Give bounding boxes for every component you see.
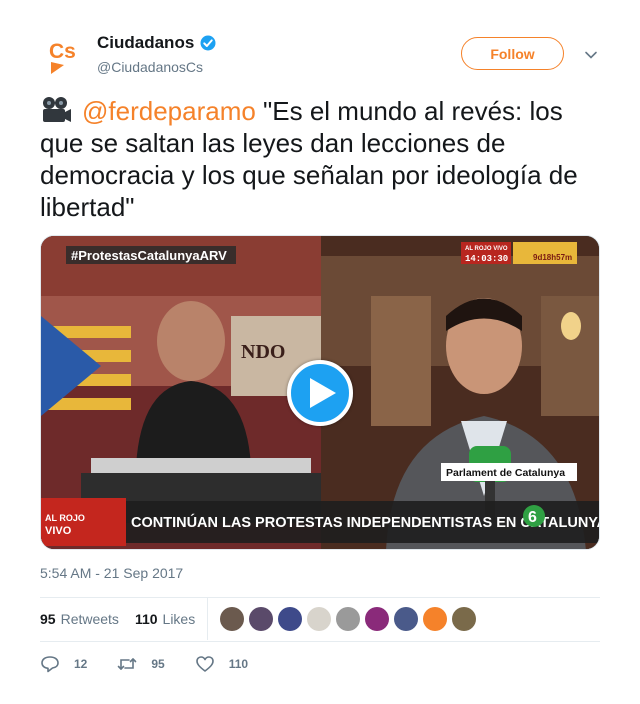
stats-separator xyxy=(207,598,209,640)
account-name[interactable]: Ciudadanos xyxy=(97,33,194,53)
verified-badge-icon xyxy=(200,35,216,51)
retweet-icon xyxy=(118,658,137,670)
svg-text:NDO: NDO xyxy=(241,341,285,363)
likes-stat[interactable]: 110 Likes xyxy=(135,611,195,627)
liker-avatar[interactable] xyxy=(336,607,361,631)
divider-bottom xyxy=(40,641,600,642)
ticker-time: 9d18h57m xyxy=(533,253,572,262)
retweet-count: 95 xyxy=(151,657,165,671)
chevron-down-icon[interactable] xyxy=(584,48,598,62)
account-name-row[interactable]: Ciudadanos xyxy=(97,33,217,53)
reply-icon xyxy=(41,656,59,673)
liker-avatar[interactable] xyxy=(278,607,303,631)
like-count: 110 xyxy=(228,657,249,671)
tweet-header: Cs Ciudadanos @CiudadanosCs Follow xyxy=(40,30,600,82)
svg-text:AL ROJO: AL ROJO xyxy=(45,513,85,523)
liker-avatar[interactable] xyxy=(452,607,477,631)
tweet-timestamp[interactable]: 5:54 AM - 21 Sep 2017 xyxy=(40,565,183,581)
logo-text: Cs xyxy=(49,40,76,63)
reply-button[interactable]: 12 xyxy=(40,655,87,673)
svg-text:VIVO: VIVO xyxy=(45,525,72,537)
liker-avatar[interactable] xyxy=(307,607,332,631)
reply-count: 12 xyxy=(74,657,88,671)
movie-camera-icon xyxy=(43,97,71,122)
liker-avatar[interactable] xyxy=(365,607,390,631)
play-button[interactable] xyxy=(287,360,353,426)
video-clock: 14:03:30 xyxy=(465,254,508,264)
like-button[interactable]: 110 xyxy=(195,655,248,673)
channel-logo: 6 xyxy=(528,509,537,526)
heart-icon xyxy=(195,656,214,672)
liker-avatar[interactable] xyxy=(394,607,419,631)
play-icon xyxy=(309,378,336,408)
follow-button[interactable]: Follow xyxy=(461,37,564,70)
location-caption: Parlament de Catalunya xyxy=(446,467,565,479)
tweet-actions: 12 95 110 xyxy=(40,652,278,676)
live-label: AL ROJO VIVO xyxy=(465,246,508,252)
mention-link[interactable]: @ferdeparamo xyxy=(82,96,256,126)
account-avatar[interactable]: Cs xyxy=(40,32,88,80)
video-player[interactable]: BI NDO #ProtestasCatalunyaARV AL ROJO VI… xyxy=(40,235,600,550)
liker-avatar[interactable] xyxy=(423,607,448,631)
tweet-text: @ferdeparamo "Es el mundo al revés: los … xyxy=(40,95,610,223)
liker-avatar[interactable] xyxy=(220,607,245,631)
ciudadanos-logo-icon: Cs xyxy=(49,40,76,74)
retweet-button[interactable]: 95 xyxy=(117,655,165,673)
video-hashtag: #ProtestasCatalunyaARV xyxy=(71,248,227,263)
retweets-stat[interactable]: 95 Retweets xyxy=(40,611,119,627)
account-handle[interactable]: @CiudadanosCs xyxy=(97,59,203,75)
engagement-stats: 95 Retweets 110 Likes xyxy=(40,598,600,640)
likers-avatars xyxy=(220,607,481,631)
liker-avatar[interactable] xyxy=(249,607,274,631)
